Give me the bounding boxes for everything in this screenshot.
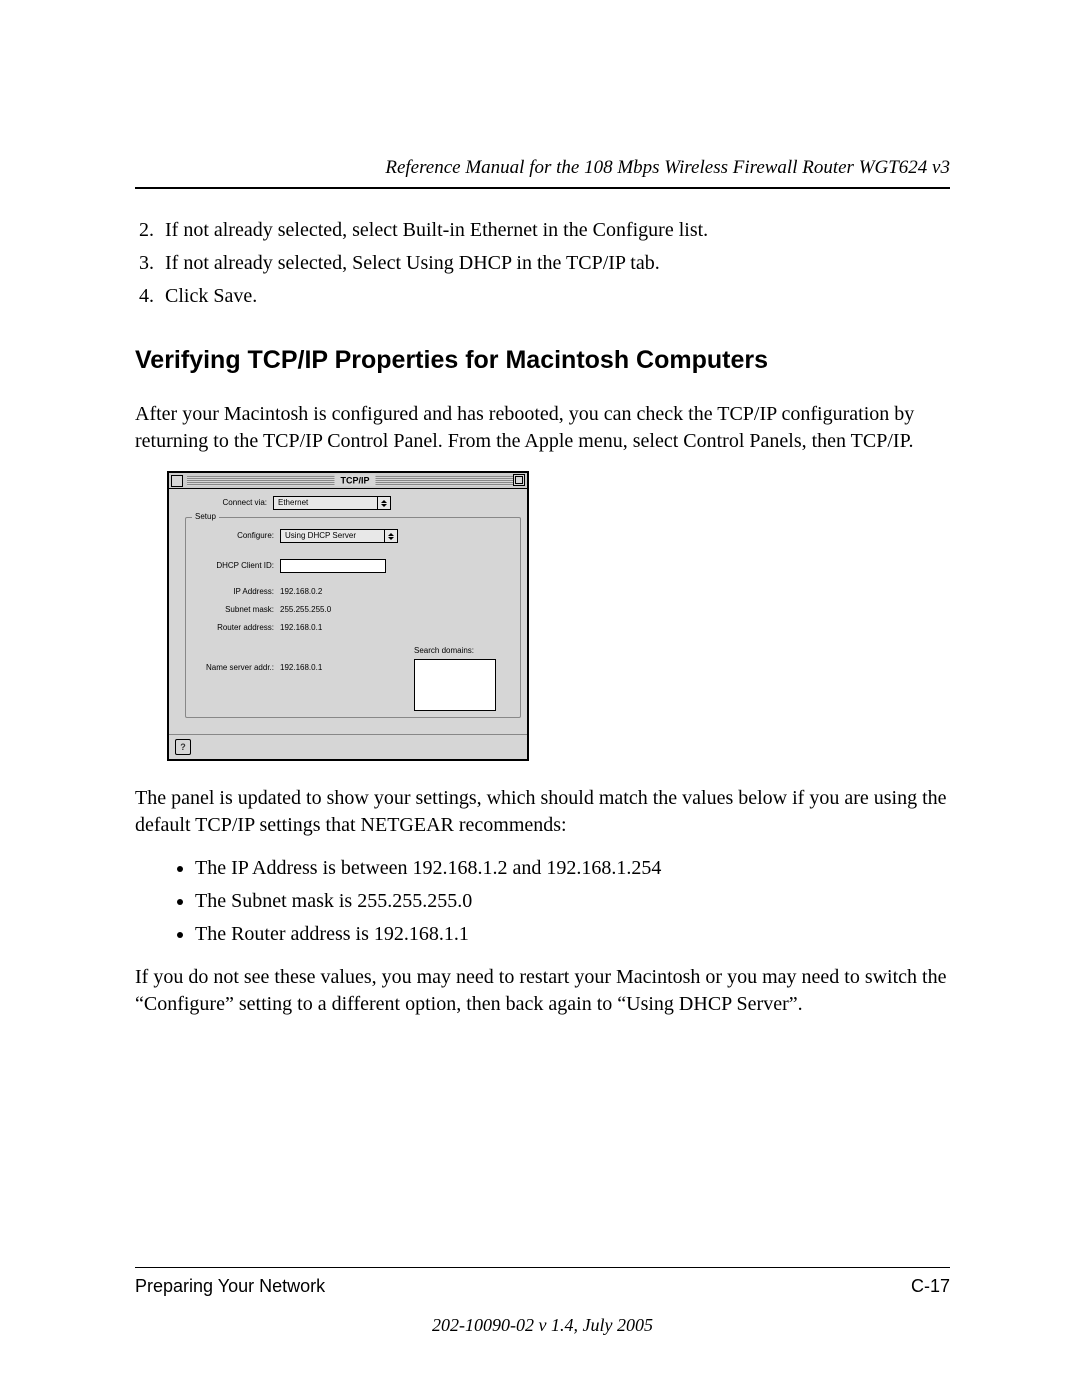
configure-select[interactable]: Using DHCP Server (280, 529, 398, 543)
page-footer: Preparing Your Network C-17 202-10090-02… (135, 1267, 950, 1337)
list-item: The Subnet mask is 255.255.255.0 (195, 888, 950, 915)
name-server-value: 192.168.0.1 (280, 662, 322, 674)
select-arrows-icon (384, 530, 397, 542)
connect-via-label: Connect via: (175, 498, 273, 509)
recommended-values-list: The IP Address is between 192.168.1.2 an… (195, 855, 950, 948)
numbered-steps: If not already selected, select Built-in… (135, 217, 950, 310)
setup-group: Setup Configure: Using DHCP Server DHCP … (185, 517, 521, 718)
step-item: Click Save. (159, 283, 950, 310)
search-domains-input[interactable] (414, 659, 496, 711)
router-address-label: Router address: (192, 623, 280, 634)
list-item: The Router address is 192.168.1.1 (195, 921, 950, 948)
window-title: TCP/IP (334, 474, 375, 486)
step-item: If not already selected, Select Using DH… (159, 250, 950, 277)
setup-legend: Setup (192, 512, 219, 523)
dhcp-client-id-label: DHCP Client ID: (192, 561, 280, 572)
intro-paragraph: After your Macintosh is configured and h… (135, 401, 950, 455)
window-titlebar: TCP/IP (169, 473, 527, 489)
ip-address-value: 192.168.0.2 (280, 586, 322, 598)
window-footer: ? (169, 734, 527, 759)
select-arrows-icon (377, 497, 390, 509)
footer-doc-id: 202-10090-02 v 1.4, July 2005 (135, 1313, 950, 1337)
running-header: Reference Manual for the 108 Mbps Wirele… (135, 155, 950, 189)
configure-value: Using DHCP Server (281, 531, 360, 542)
search-domains-label: Search domains: (414, 646, 514, 657)
router-address-value: 192.168.0.1 (280, 622, 322, 634)
closing-paragraph: If you do not see these values, you may … (135, 964, 950, 1018)
tcpip-panel-screenshot: TCP/IP Connect via: Ethernet Setup (167, 471, 950, 761)
section-heading: Verifying TCP/IP Properties for Macintos… (135, 344, 950, 378)
dhcp-client-id-input[interactable] (280, 559, 386, 573)
subnet-mask-value: 255.255.255.0 (280, 604, 331, 616)
footer-section-name: Preparing Your Network (135, 1274, 325, 1298)
name-server-label: Name server addr.: (192, 663, 280, 674)
tcpip-window: TCP/IP Connect via: Ethernet Setup (167, 471, 529, 761)
help-icon: ? (180, 741, 186, 753)
after-panel-paragraph: The panel is updated to show your settin… (135, 785, 950, 839)
close-box-icon[interactable] (171, 475, 183, 487)
titlebar-pattern: TCP/IP (187, 476, 523, 486)
ip-address-label: IP Address: (192, 587, 280, 598)
configure-label: Configure: (192, 531, 280, 542)
resize-box-icon[interactable] (513, 474, 525, 486)
step-item: If not already selected, select Built-in… (159, 217, 950, 244)
footer-page-number: C-17 (911, 1274, 950, 1298)
help-button[interactable]: ? (175, 739, 191, 755)
connect-via-value: Ethernet (274, 498, 312, 509)
list-item: The IP Address is between 192.168.1.2 an… (195, 855, 950, 882)
connect-via-select[interactable]: Ethernet (273, 496, 391, 510)
subnet-mask-label: Subnet mask: (192, 605, 280, 616)
